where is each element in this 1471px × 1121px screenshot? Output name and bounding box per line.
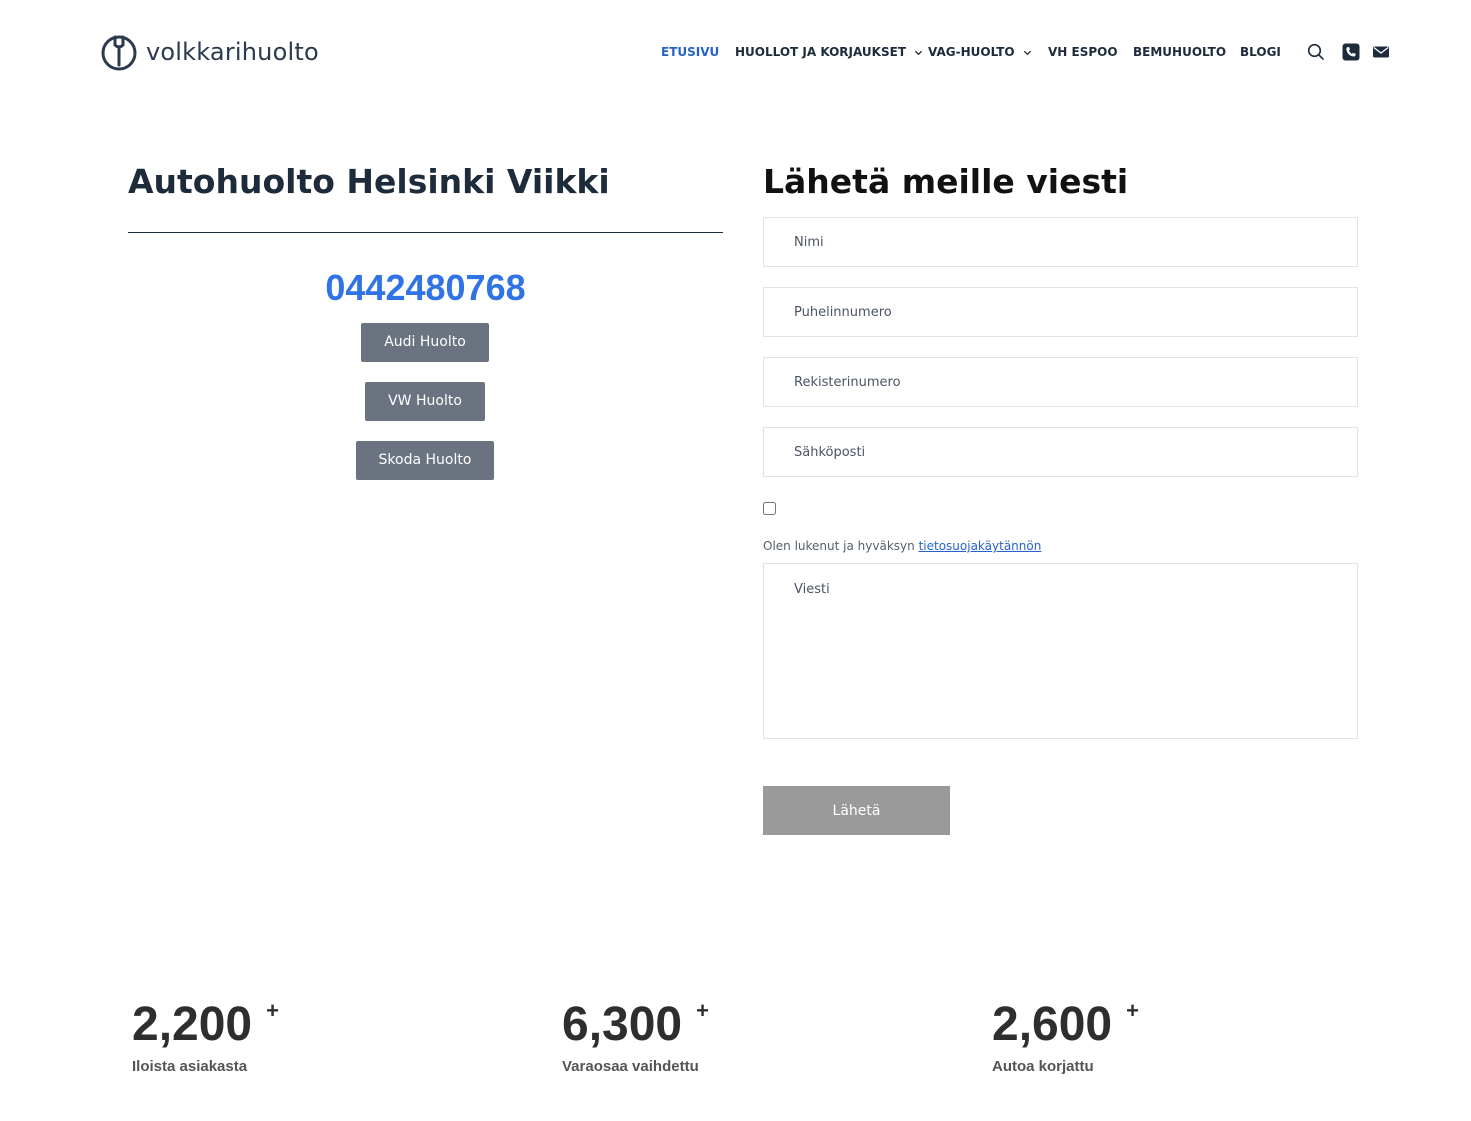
chevron-down-icon	[914, 50, 923, 55]
nav-item-label: VH ESPOO	[1048, 45, 1118, 59]
nav-item-vag-huolto[interactable]: VAG-HUOLTO	[928, 38, 1032, 66]
mail-icon[interactable]	[1372, 43, 1390, 61]
stat-item: 2,200 + Iloista asiakasta	[132, 996, 279, 1075]
nav-item-label: VAG-HUOLTO	[928, 45, 1015, 59]
stat-suffix: +	[1126, 998, 1139, 1023]
stat-value: 2,600	[992, 998, 1113, 1051]
location-title: Autohuolto Helsinki Viikki	[128, 162, 610, 201]
phone-input[interactable]	[763, 287, 1358, 337]
nav-item-huollot-ja-korjaukset[interactable]: HUOLLOT JA KORJAUKSET	[735, 38, 923, 66]
privacy-consent-checkbox[interactable]	[763, 502, 776, 515]
message-textarea[interactable]	[763, 563, 1358, 739]
name-input[interactable]	[763, 217, 1358, 267]
nav-item-vh-espoo[interactable]: VH ESPOO	[1048, 38, 1118, 66]
stat-label: Iloista asiakasta	[132, 1058, 248, 1075]
stat-label: Varaosaa vaihdettu	[562, 1058, 699, 1075]
divider	[128, 232, 723, 233]
stat-number: 2,200 +	[132, 996, 279, 1054]
form-title: Lähetä meille viesti	[763, 162, 1129, 201]
nav-item-label: ETUSIVU	[661, 45, 720, 59]
privacy-policy-link[interactable]: tietosuojakäytännön	[919, 539, 1042, 553]
nav-item-bemuhuolto[interactable]: BEMUHUOLTO	[1133, 38, 1226, 66]
stat-number: 2,600 +	[992, 996, 1139, 1054]
registration-number-input[interactable]	[763, 357, 1358, 407]
stat-item: 2,600 + Autoa korjattu	[992, 996, 1139, 1075]
phone-number-link[interactable]: 0442480768	[128, 266, 723, 310]
search-icon[interactable]	[1307, 43, 1325, 61]
nav-item-blogi[interactable]: BLOGI	[1240, 38, 1281, 66]
vw-huolto-button[interactable]: VW Huolto	[365, 382, 485, 421]
nav-item-etusivu[interactable]: ETUSIVU	[661, 38, 719, 66]
nav-item-label: HUOLLOT JA KORJAUKSET	[735, 45, 906, 59]
stat-label: Autoa korjattu	[992, 1058, 1094, 1075]
skoda-huolto-button[interactable]: Skoda Huolto	[356, 441, 494, 480]
stat-item: 6,300 + Varaosaa vaihdettu	[562, 996, 709, 1075]
stat-value: 2,200	[132, 998, 253, 1051]
email-input[interactable]	[763, 427, 1358, 477]
nav-item-label: BEMUHUOLTO	[1133, 45, 1227, 59]
stat-value: 6,300	[562, 998, 683, 1051]
phone-icon[interactable]	[1342, 43, 1360, 61]
consent-text: Olen lukenut ja hyväksyn	[763, 539, 915, 553]
main-nav: ETUSIVU HUOLLOT JA KORJAUKSET VAG-HUOLTO…	[0, 38, 1471, 66]
chevron-down-icon	[1023, 50, 1031, 55]
privacy-consent-label: Olen lukenut ja hyväksyn tietosuojakäytä…	[763, 538, 1041, 554]
stat-suffix: +	[266, 998, 279, 1023]
nav-item-label: BLOGI	[1240, 45, 1281, 59]
audi-huolto-button[interactable]: Audi Huolto	[361, 323, 489, 362]
submit-button[interactable]: Lähetä	[763, 786, 950, 835]
stat-suffix: +	[696, 998, 709, 1023]
stat-number: 6,300 +	[562, 996, 709, 1054]
